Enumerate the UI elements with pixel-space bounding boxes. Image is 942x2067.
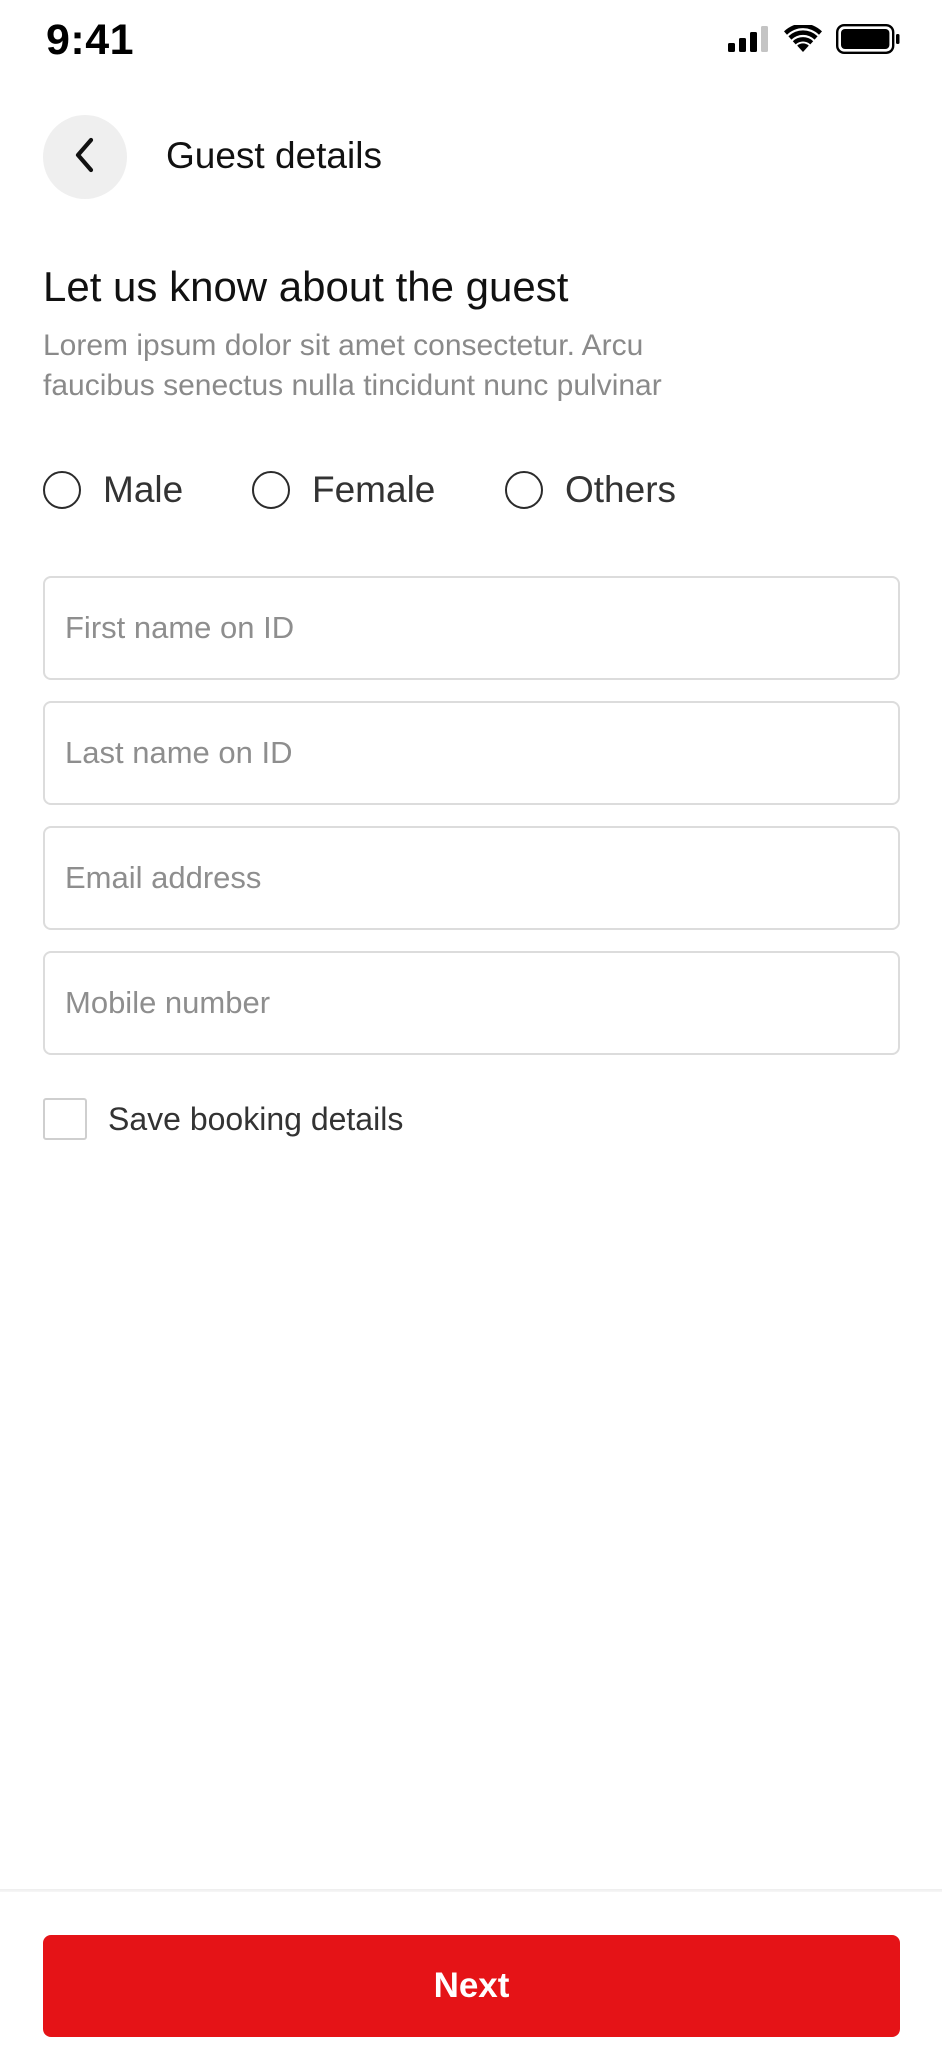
last-name-field-container <box>43 701 900 805</box>
radio-button[interactable] <box>252 471 290 509</box>
radio-label: Female <box>312 469 436 510</box>
footer-divider <box>0 1889 942 1892</box>
save-booking-details-row[interactable]: Save booking details <box>43 1098 403 1140</box>
next-button[interactable]: Next <box>43 1935 900 2037</box>
section-description: Lorem ipsum dolor sit amet consectetur. … <box>43 329 662 402</box>
section-title: Let us know about the guest <box>43 263 569 310</box>
email-input[interactable] <box>45 828 898 928</box>
first-name-input[interactable] <box>45 578 898 678</box>
status-time: 9:41 <box>46 16 135 64</box>
gender-radio-group: Male Female Others <box>43 468 903 512</box>
chevron-left-icon <box>71 135 99 180</box>
radio-label: Male <box>103 469 184 510</box>
cellular-signal-icon <box>728 26 770 57</box>
mobile-field-container <box>43 951 900 1055</box>
radio-label: Others <box>565 469 677 510</box>
radio-option-female[interactable]: Female <box>252 468 435 512</box>
mobile-number-input[interactable] <box>45 953 898 1053</box>
last-name-input[interactable] <box>45 703 898 803</box>
status-bar: 9:41 <box>0 0 942 90</box>
radio-option-male[interactable]: Male <box>43 468 183 512</box>
battery-icon <box>836 24 900 59</box>
radio-button[interactable] <box>505 471 543 509</box>
first-name-field-container <box>43 576 900 680</box>
email-field-container <box>43 826 900 930</box>
page-title: Guest details <box>166 135 382 176</box>
radio-button[interactable] <box>43 471 81 509</box>
status-icons <box>728 23 900 59</box>
radio-option-others[interactable]: Others <box>505 468 676 512</box>
save-booking-details-checkbox[interactable] <box>43 1098 87 1140</box>
save-booking-details-label: Save booking details <box>108 1100 404 1137</box>
back-button[interactable] <box>43 115 127 199</box>
wifi-icon <box>784 23 822 58</box>
